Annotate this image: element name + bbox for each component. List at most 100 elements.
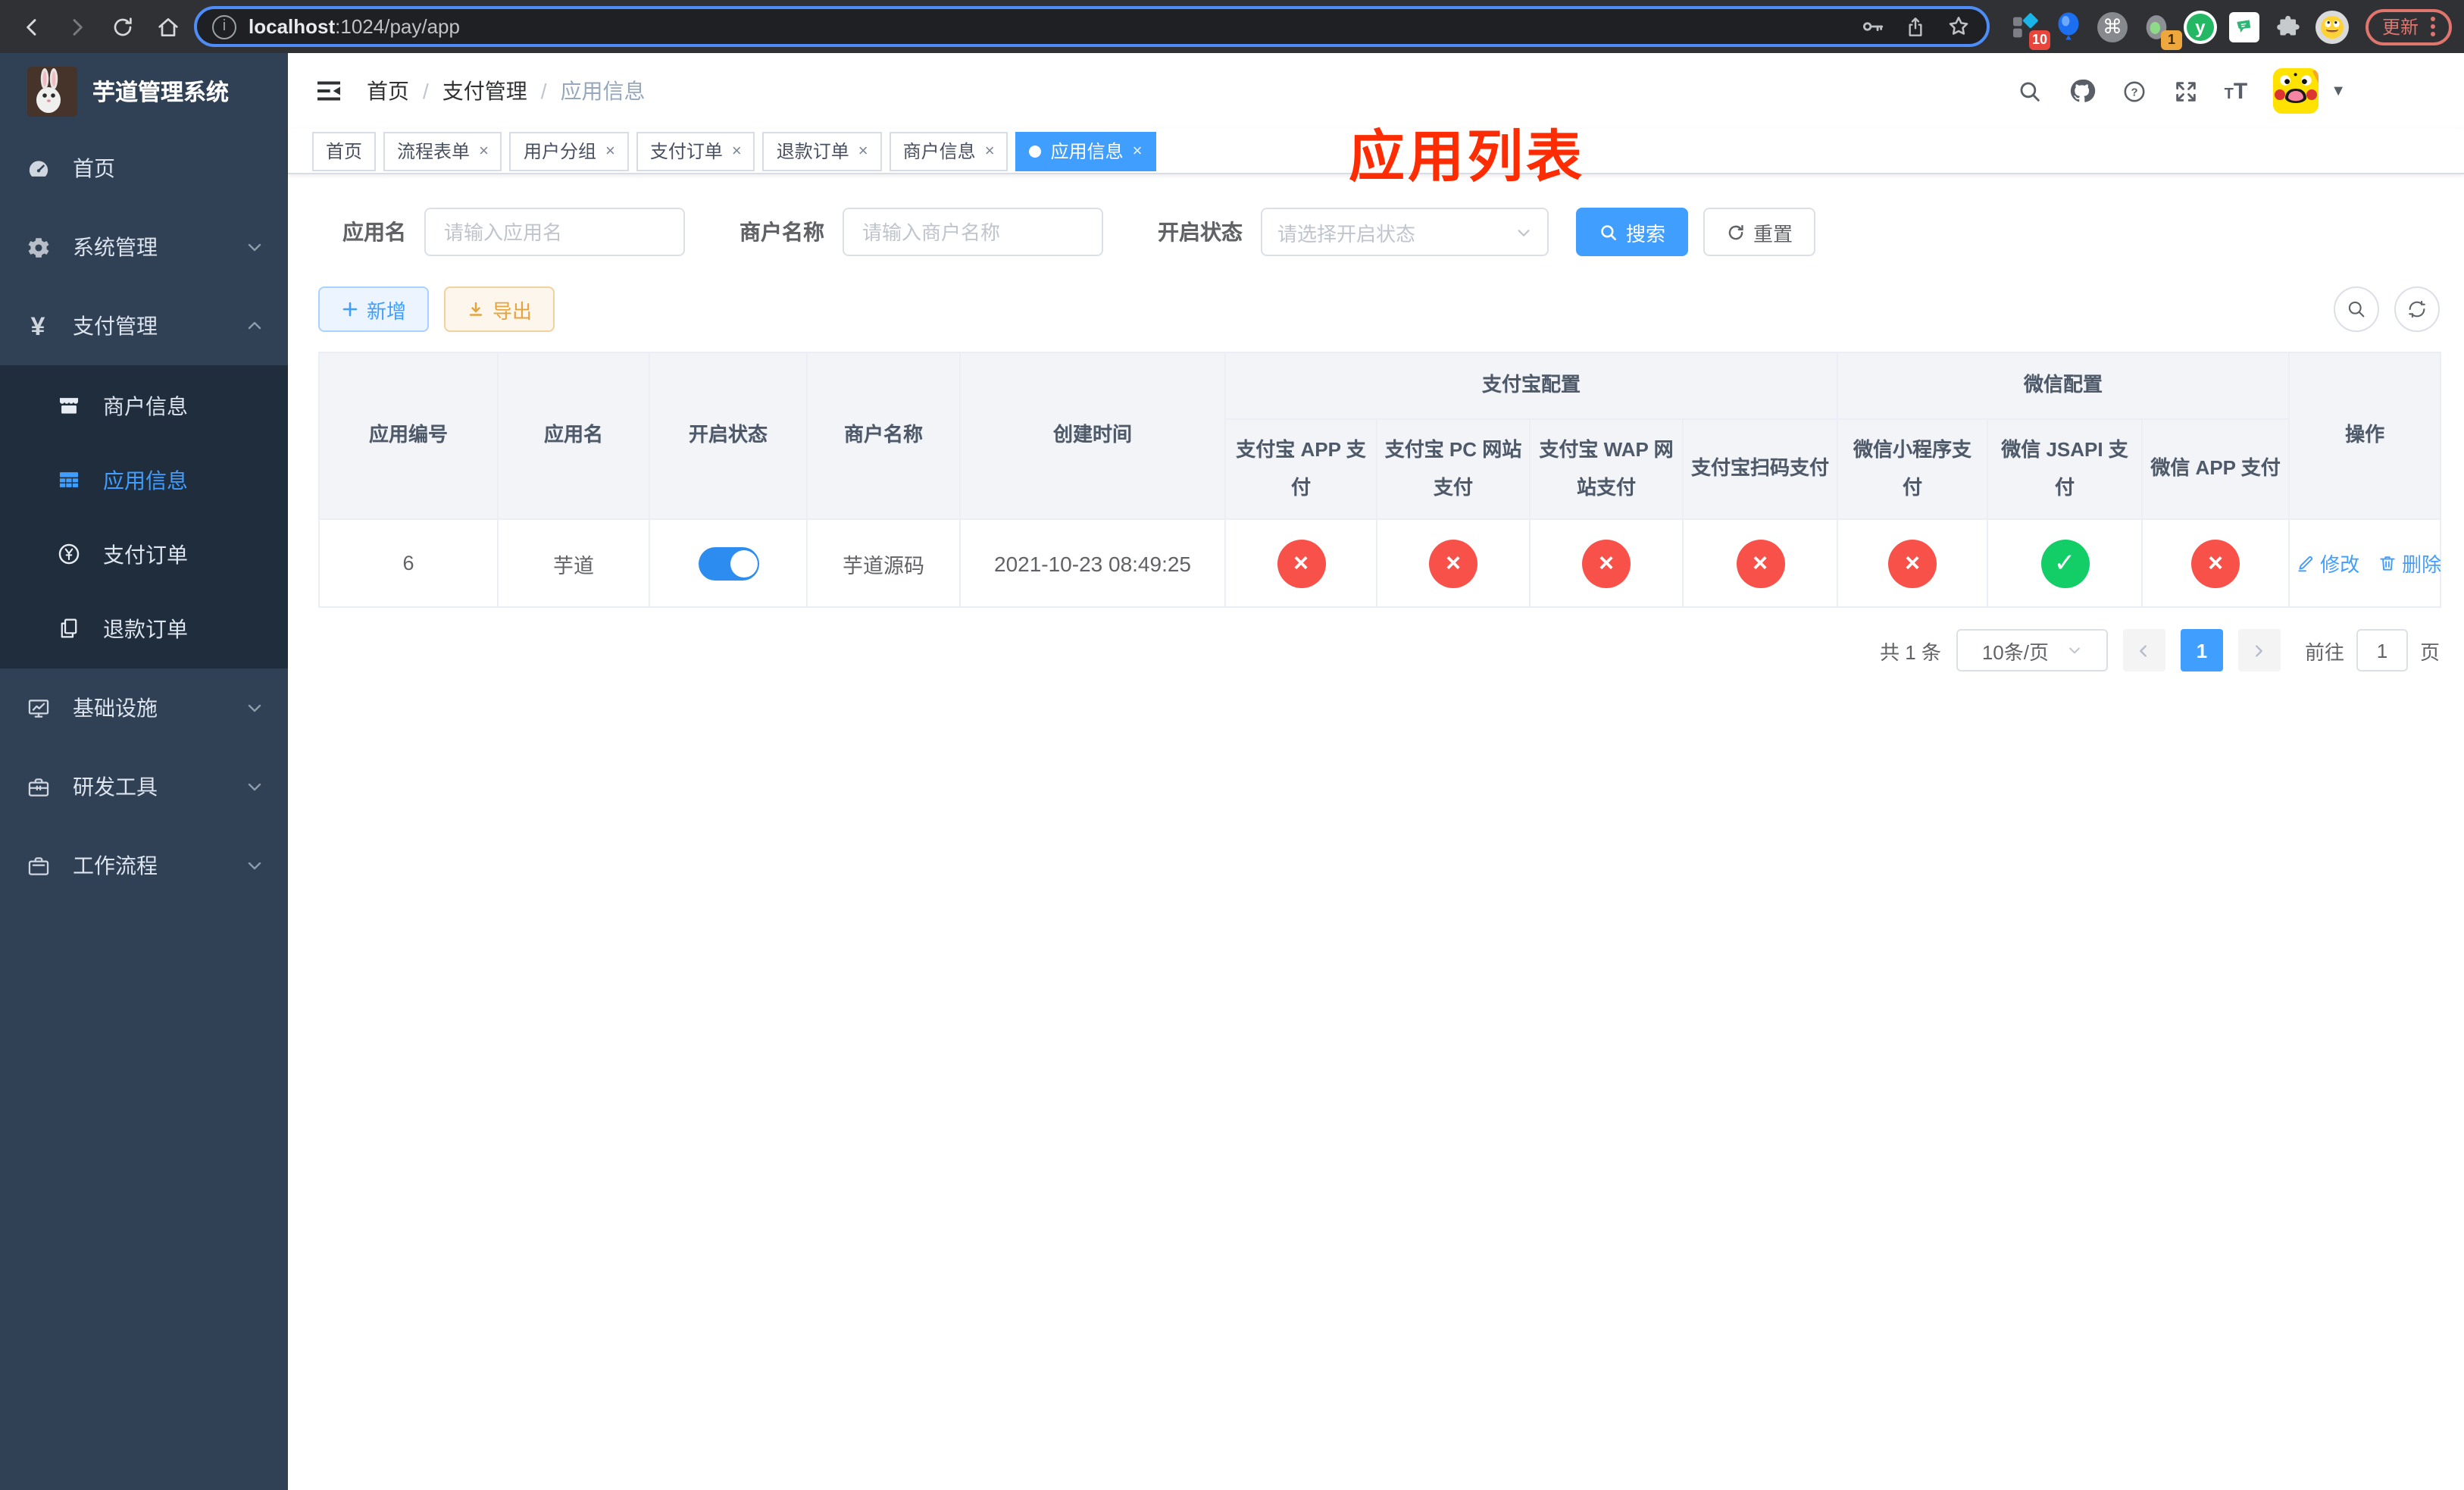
- breadcrumb-payment[interactable]: 支付管理: [442, 76, 527, 106]
- show-search-toggle-button[interactable]: [2334, 286, 2379, 332]
- sidebar-item-label: 应用信息: [103, 468, 188, 492]
- tab-process-form[interactable]: 流程表单 ×: [383, 131, 502, 171]
- close-icon[interactable]: ×: [732, 142, 742, 160]
- refresh-table-button[interactable]: [2394, 286, 2440, 332]
- password-key-icon[interactable]: [1859, 14, 1885, 39]
- main-area: 首页 / 支付管理 / 应用信息 应用列表 ? TT ▼ 首页 流程表单 × 用…: [288, 53, 2464, 1490]
- row-status-toggle[interactable]: [698, 546, 758, 580]
- export-button[interactable]: 导出: [444, 286, 555, 332]
- sidebar-item-infrastructure[interactable]: 基础设施: [0, 668, 288, 747]
- close-icon[interactable]: ×: [858, 142, 868, 160]
- sidebar-item-home[interactable]: 首页: [0, 129, 288, 208]
- search-filter-form: 应用名 商户名称 开启状态 请选择开启状态 搜索: [318, 208, 2440, 256]
- browser-forward-button[interactable]: [58, 7, 97, 46]
- page-size-select[interactable]: 10条/页: [1956, 629, 2108, 671]
- breadcrumb-home[interactable]: 首页: [367, 76, 409, 106]
- sidebar-item-workflow[interactable]: 工作流程: [0, 826, 288, 905]
- tab-home[interactable]: 首页: [312, 131, 377, 171]
- payment-submenu: 商户信息 应用信息 支付订单 退款订单: [0, 365, 288, 668]
- yuque-extension-icon[interactable]: y: [2183, 10, 2217, 43]
- github-icon[interactable]: [2068, 77, 2096, 105]
- close-icon[interactable]: ×: [1133, 142, 1143, 160]
- command-extension-icon[interactable]: ⌘: [2096, 10, 2129, 43]
- sidebar-item-dev-tools[interactable]: 研发工具: [0, 747, 288, 826]
- chat-extension-icon[interactable]: [2228, 10, 2261, 43]
- bookmark-star-icon[interactable]: [1946, 14, 1972, 39]
- sidebar-item-payment-orders[interactable]: 支付订单: [0, 517, 288, 591]
- prev-page-button[interactable]: [2122, 629, 2165, 671]
- goto-page-input[interactable]: [2356, 629, 2408, 671]
- close-icon[interactable]: ×: [479, 142, 489, 160]
- fullscreen-icon[interactable]: [2173, 78, 2199, 104]
- sidebar-item-system[interactable]: 系统管理: [0, 208, 288, 286]
- chevron-down-icon: [245, 856, 264, 875]
- status-select[interactable]: 请选择开启状态: [1261, 208, 1549, 256]
- sidebar-item-label: 工作流程: [73, 853, 158, 878]
- reset-button[interactable]: 重置: [1703, 208, 1816, 256]
- sidebar-collapse-icon[interactable]: [312, 74, 346, 108]
- tab-payment-orders[interactable]: 支付订单 ×: [636, 131, 755, 171]
- chevron-down-icon: [245, 699, 264, 717]
- tab-merchant-info[interactable]: 商户信息 ×: [889, 131, 1008, 171]
- browser-reload-button[interactable]: [103, 7, 142, 46]
- cell-merchant: 芋道源码: [806, 518, 961, 608]
- help-question-icon[interactable]: ?: [2122, 78, 2147, 104]
- col-header-alipay-pc: 支付宝 PC 网站支付: [1376, 418, 1531, 520]
- add-button[interactable]: 新增: [318, 286, 430, 332]
- tab-app-info[interactable]: 应用信息 ×: [1015, 131, 1156, 171]
- search-button[interactable]: 搜索: [1576, 208, 1689, 256]
- profile-avatar-icon[interactable]: [2315, 10, 2349, 43]
- sidebar-item-label: 退款订单: [103, 616, 188, 640]
- yuque-letter: y: [2186, 13, 2214, 40]
- user-avatar: [2273, 68, 2319, 114]
- browser-update-button[interactable]: 更新: [2365, 8, 2452, 45]
- table-toolbar: 新增 导出: [318, 286, 2440, 332]
- url-host: localhost: [249, 15, 336, 38]
- url-text[interactable]: localhost:1024/pay/app: [249, 15, 1847, 38]
- gear-icon: [24, 233, 52, 261]
- app-logo-row[interactable]: 芋道管理系统: [0, 53, 288, 129]
- sidebar-item-payment[interactable]: ¥ 支付管理: [0, 286, 288, 365]
- chevron-down-icon: [245, 778, 264, 796]
- puzzle-extensions-icon[interactable]: [2272, 10, 2305, 43]
- tab-refund-orders[interactable]: 退款订单 ×: [762, 131, 882, 171]
- update-label: 更新: [2381, 17, 2419, 38]
- browser-back-button[interactable]: [12, 7, 52, 46]
- header-search-icon[interactable]: [2017, 78, 2043, 104]
- close-icon[interactable]: ×: [985, 142, 995, 160]
- cell-status: [649, 518, 808, 608]
- share-icon[interactable]: [1903, 14, 1928, 39]
- close-icon[interactable]: ×: [605, 142, 615, 160]
- next-page-button[interactable]: [2237, 629, 2281, 671]
- page-number-1[interactable]: 1: [2180, 629, 2223, 671]
- sidebar-item-merchant-info[interactable]: 商户信息: [0, 368, 288, 443]
- yen-icon: ¥: [30, 311, 45, 340]
- sidebar-item-app-info[interactable]: 应用信息: [0, 443, 288, 517]
- tab-user-group[interactable]: 用户分组 ×: [509, 131, 629, 171]
- status-wx-jsapi: ✓: [2040, 539, 2090, 587]
- site-info-icon[interactable]: i: [212, 14, 236, 39]
- font-size-icon[interactable]: TT: [2225, 80, 2248, 102]
- cell-app-name: 芋道: [497, 518, 650, 608]
- sidebar-item-label: 研发工具: [73, 775, 158, 799]
- chevron-down-icon: [1515, 224, 1532, 240]
- browser-home-button[interactable]: [149, 7, 188, 46]
- grid-table-icon: [55, 466, 82, 493]
- app-name-input[interactable]: [424, 208, 685, 256]
- breadcrumb-separator: /: [540, 79, 547, 103]
- sidebar-item-refund-orders[interactable]: 退款订单: [0, 591, 288, 665]
- recorder-extension-icon[interactable]: 1: [2140, 10, 2182, 49]
- balloon-extension-icon[interactable]: [2052, 10, 2085, 43]
- delete-link[interactable]: 删除: [2378, 549, 2441, 578]
- status-alipay-pc: ×: [1429, 539, 1477, 587]
- col-header-wx-mini: 微信小程序支付: [1837, 418, 1989, 520]
- user-avatar-menu[interactable]: ▼: [2273, 68, 2346, 114]
- edit-link[interactable]: 修改: [2296, 549, 2359, 578]
- browser-menu-kebab-icon[interactable]: [2431, 17, 2435, 36]
- col-header-status: 开启状态: [649, 352, 808, 520]
- address-bar[interactable]: i localhost:1024/pay/app: [194, 6, 1990, 47]
- status-wx-app: ×: [2191, 539, 2240, 587]
- merchant-name-input[interactable]: [843, 208, 1103, 256]
- adblock-extension-icon[interactable]: 10: [2008, 10, 2050, 49]
- plus-icon: [341, 300, 359, 318]
